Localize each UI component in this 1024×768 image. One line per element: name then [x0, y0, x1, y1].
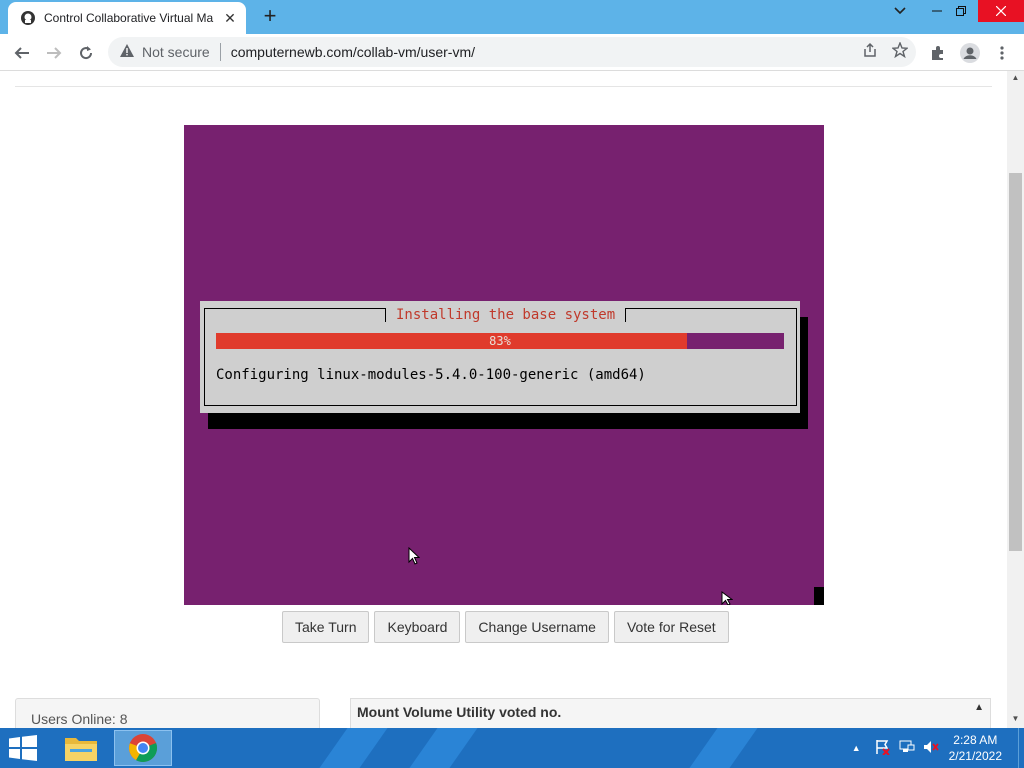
remote-cursor-icon: [721, 591, 734, 610]
scroll-down-icon[interactable]: ▼: [1007, 714, 1024, 723]
new-tab-button[interactable]: +: [259, 5, 281, 27]
taskbar-clock[interactable]: 2:28 AM 2/21/2022: [949, 732, 1002, 764]
vm-display[interactable]: Installing the base system 83% Configuri…: [184, 125, 824, 606]
install-status-message: Configuring linux-modules-5.4.0-100-gene…: [216, 367, 646, 383]
network-icon[interactable]: [899, 739, 915, 758]
installer-dialog: Installing the base system 83% Configuri…: [200, 301, 800, 413]
show-desktop-button[interactable]: [1018, 728, 1024, 768]
minimize-icon[interactable]: [926, 0, 948, 22]
keyboard-button[interactable]: Keyboard: [374, 611, 461, 643]
browser-toolbar: Not secure computernewb.com/collab-vm/us…: [0, 34, 1024, 71]
tray-overflow-icon[interactable]: ▲: [852, 743, 861, 753]
users-online-panel: Users Online: 8: [15, 698, 320, 728]
page-scrollbar[interactable]: ▲ ▼: [1007, 71, 1024, 728]
menu-icon[interactable]: [990, 41, 1014, 65]
collabvm-favicon-icon: [20, 10, 36, 26]
vote-reset-button[interactable]: Vote for Reset: [613, 611, 729, 643]
tab-close-icon[interactable]: ✕: [222, 10, 238, 27]
taskbar-stripe: [395, 728, 485, 768]
volume-muted-icon[interactable]: [923, 739, 939, 758]
browser-tab[interactable]: Control Collaborative Virtual Ma ✕: [8, 2, 246, 34]
mouse-cursor-icon: [408, 546, 421, 570]
action-center-flag-icon[interactable]: [875, 739, 891, 758]
tab-search-icon[interactable]: [886, 0, 914, 22]
omnibox-divider: [219, 43, 221, 61]
progress-label: 83%: [489, 334, 511, 348]
warning-icon: [120, 44, 134, 60]
install-progress-bar: 83%: [216, 333, 784, 349]
page-content: Installing the base system 83% Configuri…: [0, 71, 1007, 728]
restore-icon[interactable]: [950, 0, 972, 22]
address-bar[interactable]: Not secure computernewb.com/collab-vm/us…: [108, 37, 916, 67]
chrome-icon[interactable]: [114, 730, 172, 766]
change-username-button[interactable]: Change Username: [465, 611, 609, 643]
dialog-frame: Installing the base system: [204, 308, 797, 406]
vm-controls: Take Turn Keyboard Change Username Vote …: [282, 611, 729, 643]
taskbar-stripe: [675, 728, 765, 768]
dialog-title: Installing the base system: [385, 308, 627, 322]
window-close-icon[interactable]: [978, 0, 1024, 22]
chat-message: Mount Volume Utility voted no.: [357, 704, 562, 720]
browser-titlebar: Control Collaborative Virtual Ma ✕ +: [0, 0, 1024, 34]
security-label[interactable]: Not secure: [142, 44, 210, 60]
header-divider: [15, 86, 992, 87]
forward-arrow-icon[interactable]: [42, 41, 66, 65]
chat-panel: Mount Volume Utility voted no. ▲: [350, 698, 991, 728]
url-text[interactable]: computernewb.com/collab-vm/user-vm/: [231, 44, 475, 60]
taskbar-stripe: [305, 728, 395, 768]
windows-start-icon[interactable]: [8, 735, 38, 761]
scroll-up-icon[interactable]: ▲: [1007, 73, 1024, 82]
clock-time: 2:28 AM: [953, 733, 998, 747]
tab-title: Control Collaborative Virtual Ma: [44, 11, 214, 25]
star-icon[interactable]: [891, 41, 909, 62]
scroll-thumb[interactable]: [1009, 173, 1022, 551]
windows-taskbar: ▲ 2:28 AM 2/21/2022: [0, 728, 1024, 768]
take-turn-button[interactable]: Take Turn: [282, 611, 370, 643]
system-tray: ▲ 2:28 AM 2/21/2022: [852, 728, 1024, 768]
users-online-count: Users Online: 8: [31, 711, 128, 727]
reload-icon[interactable]: [74, 41, 98, 65]
screen-corner-artifact: [814, 587, 824, 605]
share-icon[interactable]: [862, 42, 878, 62]
file-explorer-icon[interactable]: [52, 730, 110, 766]
chat-scroll-up-icon[interactable]: ▲: [974, 702, 984, 713]
clock-date: 2/21/2022: [948, 749, 1002, 763]
profile-icon[interactable]: [958, 41, 982, 65]
extensions-icon[interactable]: [926, 41, 950, 65]
back-arrow-icon[interactable]: [10, 41, 34, 65]
